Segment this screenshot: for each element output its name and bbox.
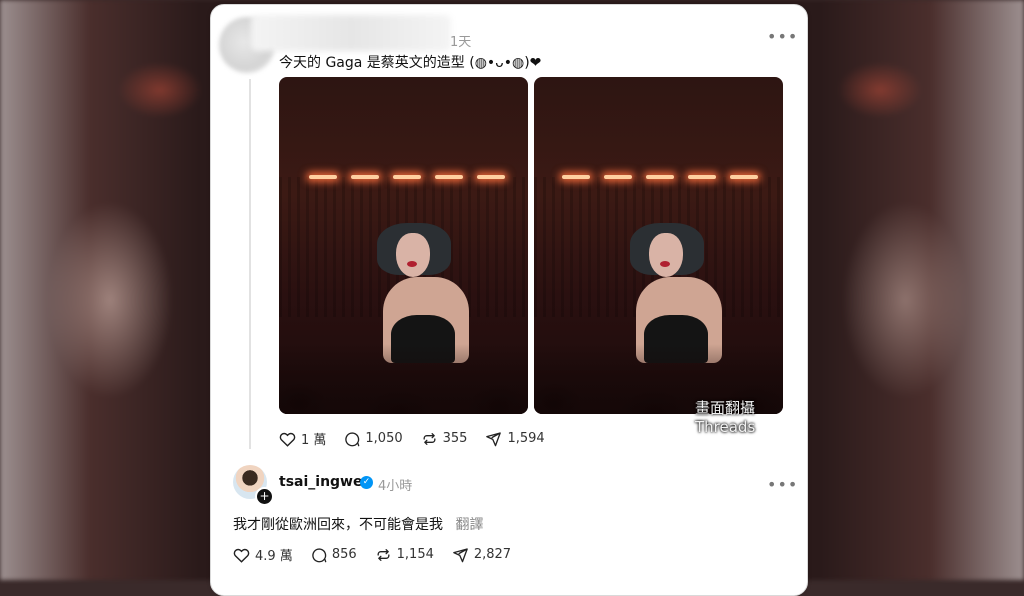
send-icon [453, 547, 468, 562]
reply-more-options-icon[interactable]: ••• [767, 475, 798, 494]
comment-count: 1,050 [365, 431, 403, 446]
post-photo-2[interactable] [534, 77, 783, 414]
share-button[interactable]: 1,594 [485, 431, 545, 447]
heart-icon [279, 432, 296, 447]
repost-icon [377, 548, 390, 561]
threads-post-card: 1天 ••• 今天的 Gaga 是蔡英文的造型 (◍•ᴗ•◍)❤ 畫面翻攝 Th… [210, 4, 808, 596]
heart-icon [233, 548, 250, 563]
repost-button[interactable]: 355 [421, 431, 468, 447]
watermark-text: 畫面翻攝 Threads [695, 399, 756, 436]
reply-comment-button[interactable]: 856 [311, 547, 357, 563]
thread-connector-line [249, 79, 251, 449]
comment-bubble-icon [345, 431, 360, 446]
reply-share-button[interactable]: 2,827 [452, 547, 511, 563]
reply-comment-count: 856 [331, 547, 357, 562]
post-action-bar: 1 萬 1,050 355 1,594 [279, 429, 563, 448]
like-count: 1 萬 [301, 433, 327, 448]
like-button[interactable]: 1 萬 [279, 429, 326, 448]
post-text: 今天的 Gaga 是蔡英文的造型 (◍•ᴗ•◍)❤ [279, 55, 542, 71]
reply-text-row: 我才剛從歐洲回來，不可能會是我 翻譯 [233, 514, 483, 534]
more-options-icon[interactable]: ••• [767, 27, 798, 46]
reply-like-button[interactable]: 4.9 萬 [233, 545, 293, 564]
follow-plus-icon[interactable]: + [255, 487, 274, 506]
post-photo-1[interactable] [279, 77, 528, 414]
reply-repost-button[interactable]: 1,154 [375, 547, 434, 563]
repost-icon [423, 432, 436, 445]
send-icon [486, 431, 502, 446]
reply-action-bar: 4.9 萬 856 1,154 2,827 [233, 545, 529, 564]
reply-share-count: 2,827 [473, 547, 512, 562]
comment-bubble-icon [312, 547, 327, 562]
reply-username[interactable]: tsai_ingwen [279, 474, 372, 490]
reply-text: 我才剛從歐洲回來，不可能會是我 [233, 517, 443, 533]
post-time: 1天 [450, 35, 472, 50]
comment-button[interactable]: 1,050 [344, 431, 403, 447]
translate-link[interactable]: 翻譯 [455, 517, 483, 533]
share-count: 1,594 [507, 431, 545, 446]
repost-count: 355 [442, 431, 468, 446]
reply-repost-count: 1,154 [396, 547, 434, 562]
reply-time: 4小時 [378, 479, 413, 494]
reply-like-count: 4.9 萬 [255, 549, 293, 564]
blurred-username [251, 15, 451, 51]
verified-badge-icon: ✓ [360, 476, 373, 489]
